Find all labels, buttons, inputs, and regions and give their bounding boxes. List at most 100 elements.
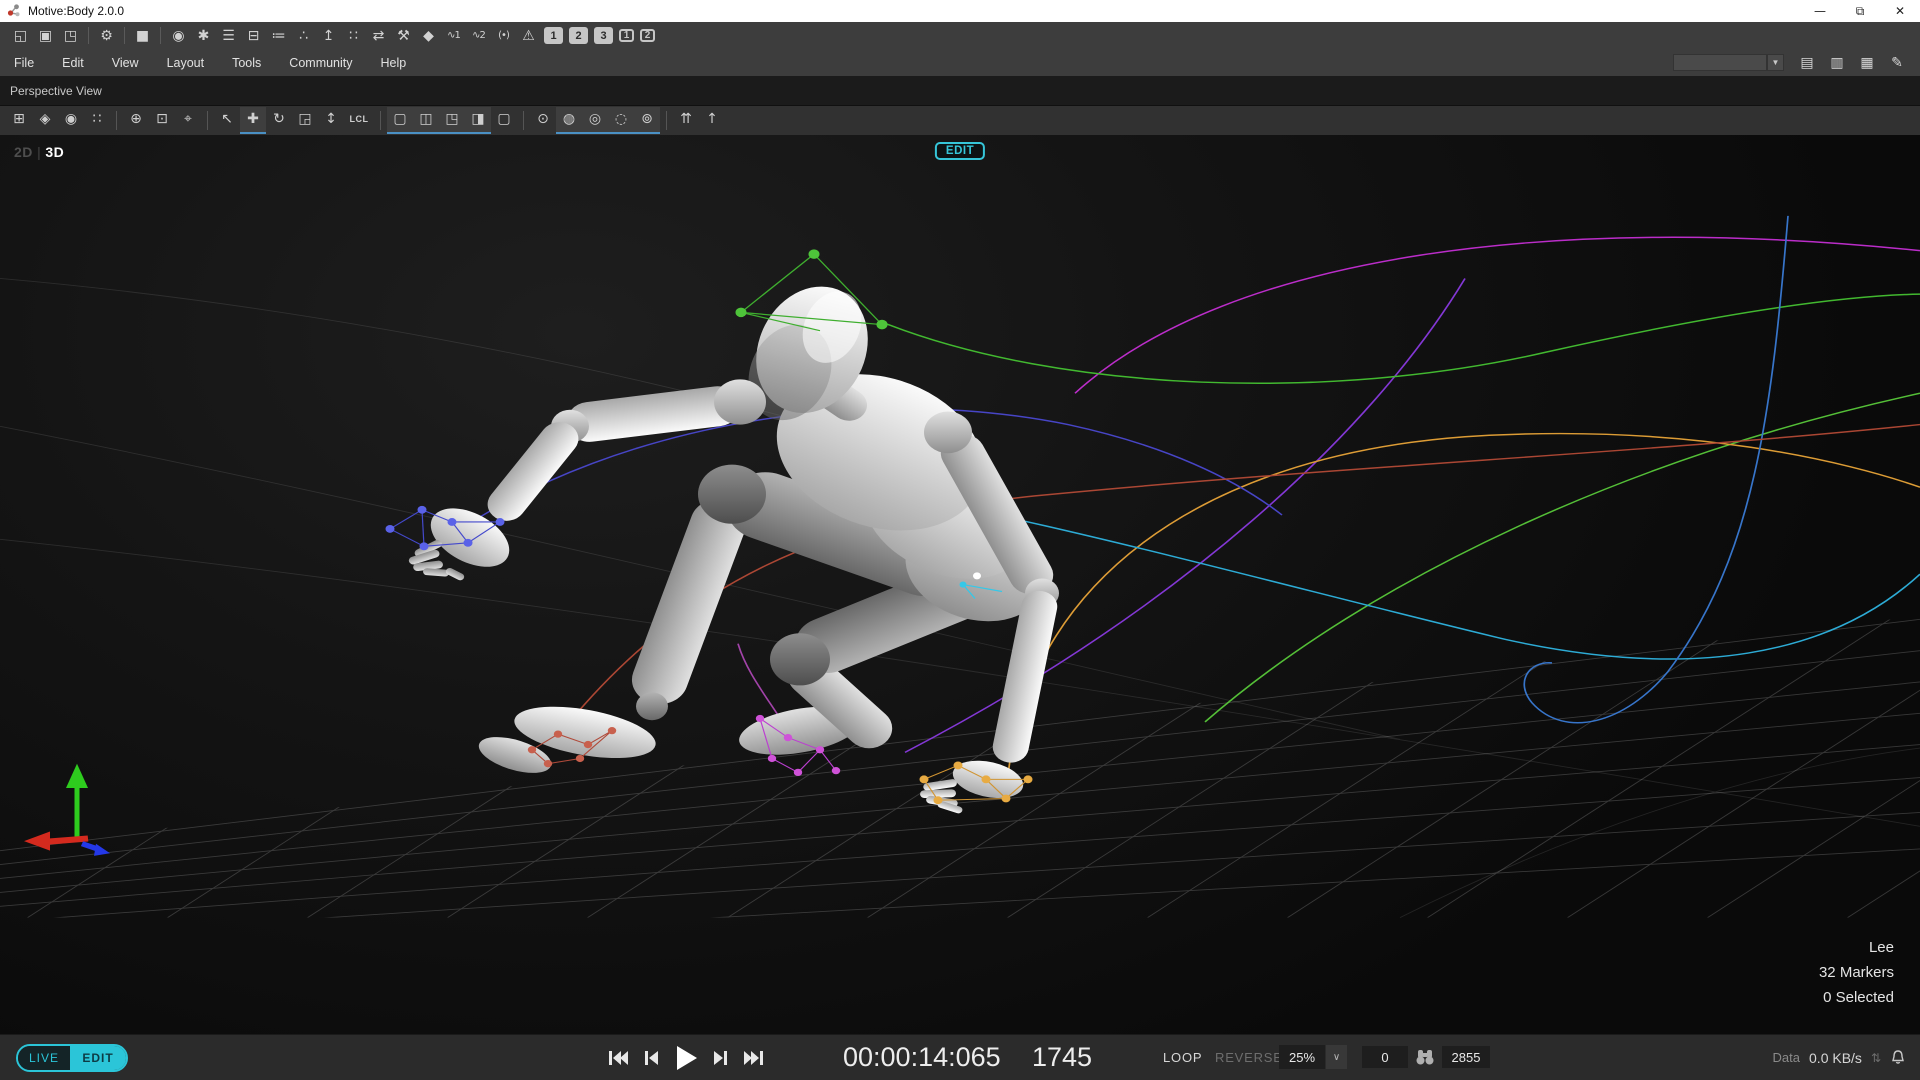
menu-layout[interactable]: Layout (153, 56, 219, 70)
translate-tool-icon[interactable]: ✚ (240, 107, 266, 134)
skeleton-pair-view-icon[interactable]: ⇈ (673, 107, 699, 134)
save-as-icon[interactable]: ◳ (58, 24, 83, 47)
select-skeletons-filter-icon[interactable]: ◨ (465, 107, 491, 134)
menu-file[interactable]: File (0, 56, 48, 70)
zoom-selected-icon[interactable]: ⊡ (149, 107, 175, 134)
mannequin-skeleton[interactable] (408, 275, 1064, 814)
mode-2d-label[interactable]: 2D (14, 144, 33, 160)
menu-edit[interactable]: Edit (48, 56, 98, 70)
menu-community[interactable]: Community (275, 56, 366, 70)
skip-to-start-icon (606, 1046, 630, 1070)
visibility-icon[interactable]: ⊙ (530, 107, 556, 134)
wand-icon[interactable]: ✱ (191, 24, 216, 47)
minimize-button[interactable]: — (1800, 0, 1840, 22)
app-logo-icon (6, 3, 22, 19)
combobox-value[interactable] (1673, 54, 1767, 71)
menu-view[interactable]: View (98, 56, 153, 70)
menu-bar-right: ▼ ▤ ▥ ▦ ✎ (1673, 54, 1920, 71)
camera-view-icon[interactable]: ◉ (58, 107, 84, 134)
live-edit-toggle[interactable]: LIVE EDIT (16, 1044, 128, 1072)
window-title: Motive:Body 2.0.0 (28, 4, 124, 18)
select-other-filter-icon[interactable]: ▢ (491, 107, 517, 134)
menu-help[interactable]: Help (367, 56, 421, 70)
tag-icon[interactable]: ◆ (416, 24, 441, 47)
edit-tracks-icon[interactable]: ⇄ (366, 24, 391, 47)
show-skeletons-icon[interactable]: ⊚ (634, 107, 660, 134)
marker-view-icon[interactable]: ∷ (84, 107, 110, 134)
show-markers-icon[interactable]: ◍ (556, 107, 582, 134)
close-button[interactable]: ✕ (1880, 0, 1920, 22)
log-pane-toggle-icon[interactable]: ✎ (1886, 55, 1908, 71)
speed-value[interactable]: 25% (1279, 1045, 1325, 1069)
tab-perspective-view[interactable]: Perspective View (10, 84, 102, 98)
warning-flag-icon[interactable]: ⚠ (516, 24, 541, 47)
reverse-toggle[interactable]: REVERSE (1209, 1049, 1289, 1066)
playback-speed-select[interactable]: 25% ∨ (1279, 1045, 1347, 1069)
range-end-field[interactable]: 2855 (1442, 1046, 1490, 1068)
skeleton-tool-icon[interactable]: ↕ (318, 107, 344, 134)
properties-icon[interactable]: ≔ (266, 24, 291, 47)
mode-3d-label[interactable]: 3D (45, 144, 64, 160)
data-rate-value: 0.0 KB/s (1809, 1050, 1862, 1066)
rotate-tool-icon[interactable]: ↻ (266, 107, 292, 134)
combobox-chevron-icon[interactable]: ▼ (1767, 54, 1784, 71)
tools-icon[interactable]: ⚒ (391, 24, 416, 47)
data-pane-toggle-icon[interactable]: ▤ (1796, 55, 1818, 71)
live-mode-button[interactable]: LIVE (18, 1046, 70, 1070)
speed-chevron-icon[interactable]: ∨ (1326, 1045, 1347, 1069)
show-marker-sets-icon[interactable]: ◌ (608, 107, 634, 134)
select-marker-sets-filter-icon[interactable]: ◳ (439, 107, 465, 134)
camera-preview-toggle-icon[interactable]: ▦ (1856, 55, 1878, 71)
assets-icon[interactable]: ∴ (291, 24, 316, 47)
local-coords-toggle[interactable]: LCL (344, 107, 374, 134)
skip-to-start-button[interactable] (606, 1046, 630, 1070)
skeleton-single-view-icon[interactable]: ↑ (699, 107, 725, 134)
rate-sort-icon[interactable]: ⇅ (1871, 1051, 1881, 1065)
range-start-field[interactable]: 0 (1362, 1046, 1408, 1068)
skeleton-icon[interactable]: ↥ (316, 24, 341, 47)
builder-pane-toggle-icon[interactable]: ▥ (1826, 55, 1848, 71)
current-frame-display[interactable]: 1745 (1032, 1042, 1092, 1073)
playback-controls (606, 1035, 766, 1080)
3d-viewport[interactable]: 2D|3D EDIT Lee 32 Markers 0 Selected (0, 135, 1920, 1035)
panel-stop-icon[interactable]: ■ (130, 24, 155, 47)
select-cameras-filter-icon[interactable]: ◫ (413, 107, 439, 134)
layout-preset-3-button[interactable]: 3 (594, 27, 613, 44)
skip-to-end-button[interactable] (742, 1046, 766, 1070)
grid-view-icon[interactable]: ⊞ (6, 107, 32, 134)
camera-calibration-icon[interactable]: ◉ (166, 24, 191, 47)
archive-export-icon[interactable]: ⊟ (241, 24, 266, 47)
data-streams-icon[interactable]: ☰ (216, 24, 241, 47)
viewport-preset-2-button[interactable]: 2 (640, 29, 655, 42)
step-forward-button[interactable] (711, 1046, 731, 1070)
perspective-cube-icon[interactable]: ◈ (32, 107, 58, 134)
show-cameras-icon[interactable]: ◎ (582, 107, 608, 134)
markers-icon[interactable]: ∷ (341, 24, 366, 47)
step-back-button[interactable] (641, 1046, 661, 1070)
notifications-bell-icon[interactable] (1890, 1049, 1906, 1066)
layout-preset-2-button[interactable]: 2 (569, 27, 588, 44)
restore-button[interactable]: ⧉ (1840, 0, 1880, 22)
play-button[interactable] (672, 1043, 700, 1073)
scale-tool-icon[interactable]: ◲ (292, 107, 318, 134)
subject-name: Lee (1819, 935, 1894, 960)
select-markers-filter-icon[interactable]: ▢ (387, 107, 413, 134)
viewport-preset-1-button[interactable]: 1 (619, 29, 634, 42)
viewport-mode-toggle[interactable]: 2D|3D (14, 144, 64, 160)
graph-1-icon[interactable]: ∿1 (441, 24, 466, 47)
view-tab-bar: Perspective View (0, 76, 1920, 106)
edit-mode-button[interactable]: EDIT (70, 1046, 126, 1070)
menu-tools[interactable]: Tools (218, 56, 275, 70)
graph-2-icon[interactable]: ∿2 (466, 24, 491, 47)
settings-icon[interactable]: ⚙ (94, 24, 119, 47)
zoom-fit-icon[interactable]: ⊕ (123, 107, 149, 134)
loop-toggle[interactable]: LOOP (1157, 1049, 1208, 1066)
find-frame-icon[interactable] (1414, 1047, 1436, 1067)
select-tool-icon[interactable]: ↖ (214, 107, 240, 134)
layout-preset-1-button[interactable]: 1 (544, 27, 563, 44)
save-icon[interactable]: ▣ (33, 24, 58, 47)
quick-search-combobox[interactable]: ▼ (1673, 54, 1784, 71)
zoom-region-icon[interactable]: ⌖ (175, 107, 201, 134)
open-project-icon[interactable]: ◱ (8, 24, 33, 47)
streaming-icon[interactable]: (•) (491, 24, 516, 47)
